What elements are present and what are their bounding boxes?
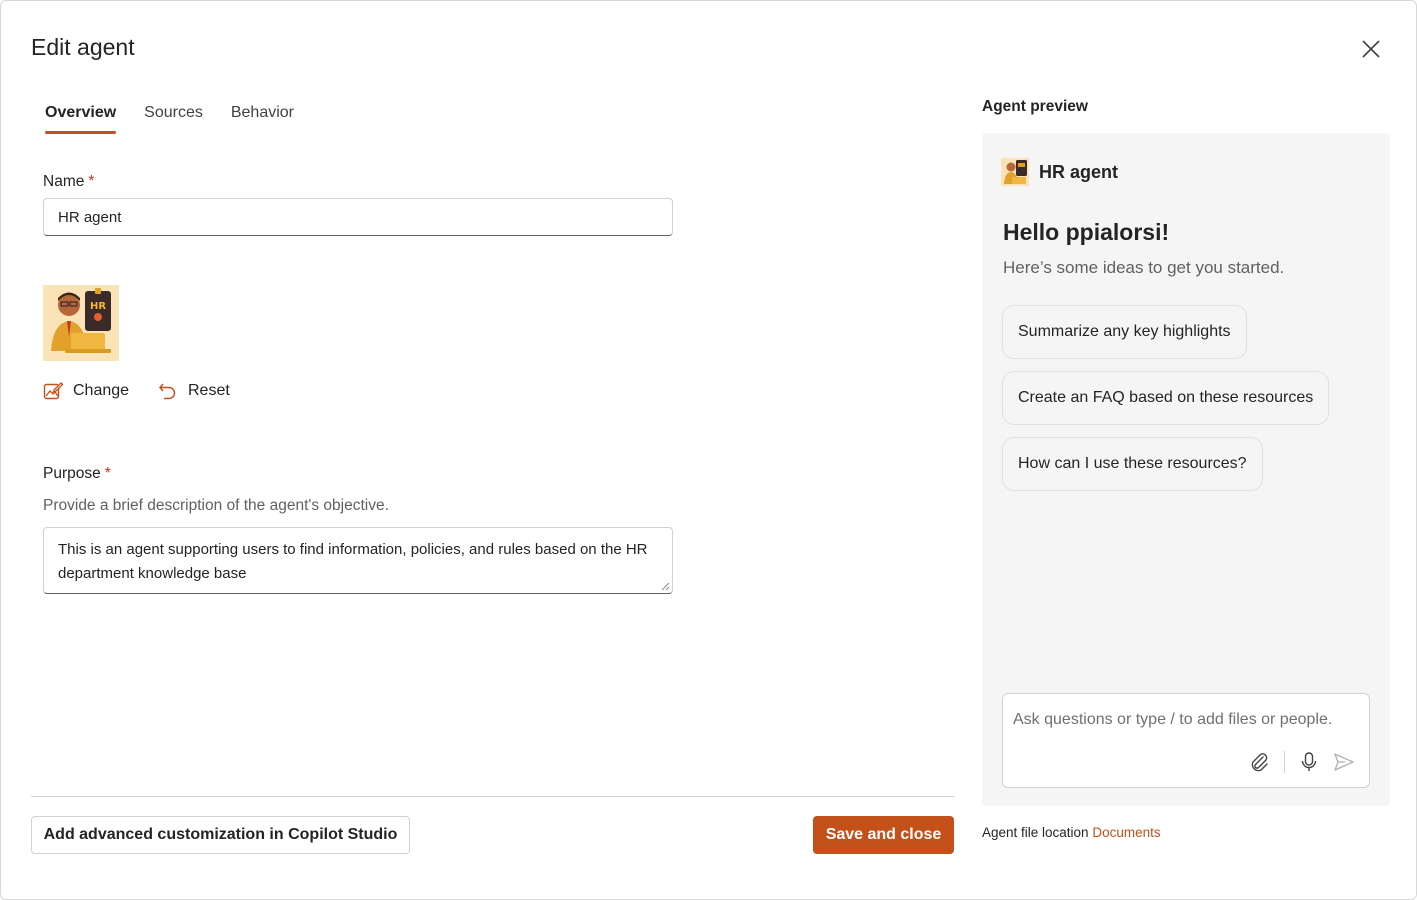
chat-actions-separator: [1284, 751, 1285, 773]
purpose-textarea-value: This is an agent supporting users to fin…: [58, 541, 648, 582]
resize-handle-icon[interactable]: [660, 581, 670, 591]
undo-icon: [159, 383, 176, 400]
tab-list: Overview Sources Behavior: [31, 101, 308, 134]
send-icon[interactable]: [1333, 751, 1355, 773]
chat-input-placeholder[interactable]: Ask questions or type / to add files or …: [1013, 711, 1332, 729]
chat-compose-box[interactable]: Ask questions or type / to add files or …: [1002, 693, 1370, 788]
suggestion-chip[interactable]: How can I use these resources?: [1002, 437, 1263, 491]
attach-icon[interactable]: [1248, 751, 1270, 773]
purpose-textarea[interactable]: This is an agent supporting users to fin…: [43, 527, 673, 594]
advanced-customization-button[interactable]: Add advanced customization in Copilot St…: [31, 816, 410, 854]
agent-preview-title: Agent preview: [982, 98, 1088, 115]
required-mark: *: [88, 173, 95, 190]
footer-divider: [31, 796, 954, 797]
close-icon: [1362, 40, 1380, 58]
preview-agent-name: HR agent: [1039, 161, 1119, 182]
change-image-button[interactable]: Change: [43, 381, 129, 401]
dialog-title: Edit agent: [31, 34, 135, 60]
name-label: Name *: [43, 173, 94, 191]
preview-greeting: Hello ppialorsi!: [1003, 219, 1170, 245]
microphone-icon[interactable]: [1299, 751, 1319, 773]
edit-image-icon: [43, 382, 63, 400]
purpose-label: Purpose *: [43, 465, 111, 483]
tab-overview[interactable]: Overview: [31, 101, 130, 134]
change-label: Change: [73, 382, 130, 399]
file-location-label: Agent file location: [982, 825, 1089, 840]
agent-file-location: Agent file location Documents: [982, 825, 1161, 840]
purpose-helper-text: Provide a brief description of the agent…: [43, 497, 389, 514]
name-label-text: Name: [43, 173, 85, 190]
name-input-value: HR agent: [58, 208, 122, 226]
chat-actions: [1248, 751, 1355, 773]
name-input[interactable]: HR agent: [43, 198, 673, 236]
agent-preview-panel: HR agent Hello ppialorsi! Here’s some id…: [982, 133, 1390, 806]
agent-avatar-small-icon: [1001, 158, 1029, 186]
edit-agent-dialog: Edit agent Overview Sources Behavior Nam…: [0, 0, 1417, 900]
svg-text:HR: HR: [90, 301, 106, 312]
agent-avatar: HR: [43, 285, 119, 361]
close-button[interactable]: [1357, 35, 1385, 63]
preview-ideas-text: Here’s some ideas to get you started.: [1003, 258, 1285, 277]
suggestion-chip[interactable]: Create an FAQ based on these resources: [1002, 371, 1330, 425]
documents-link[interactable]: Documents: [1092, 825, 1160, 840]
agent-avatar-image: HR: [43, 285, 119, 361]
preview-agent-header: HR agent: [1001, 158, 1118, 186]
reset-label: Reset: [188, 382, 230, 399]
purpose-label-text: Purpose: [43, 465, 101, 482]
reset-image-button[interactable]: Reset: [158, 381, 230, 401]
suggestion-chip[interactable]: Summarize any key highlights: [1002, 305, 1247, 359]
save-and-close-button[interactable]: Save and close: [813, 816, 954, 854]
required-mark: *: [104, 465, 111, 482]
tab-behavior[interactable]: Behavior: [217, 101, 308, 134]
tab-sources[interactable]: Sources: [130, 101, 217, 134]
